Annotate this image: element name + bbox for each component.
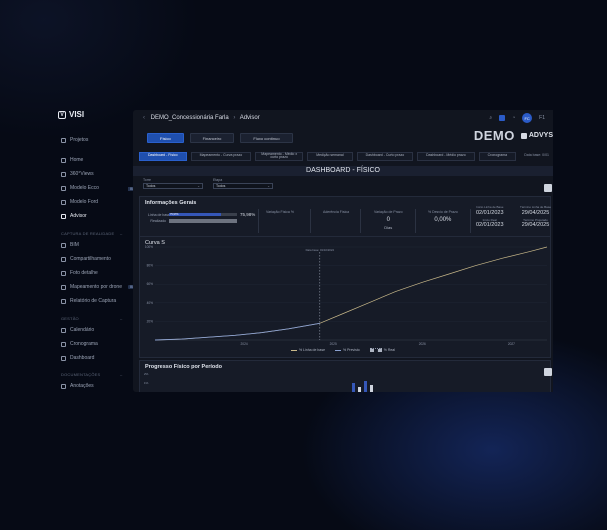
sidebar: V VISI Projetos Home 360°Views Modelo Ec… xyxy=(55,110,141,400)
sidebar-item-mapeamento-drone[interactable]: Mapeamento por drone BETA xyxy=(61,284,141,290)
cube-icon xyxy=(61,242,66,248)
sidebar-item-foto-detalhe[interactable]: Foto detalhe xyxy=(61,270,98,276)
sidebar-item-cronograma[interactable]: Cronograma xyxy=(61,341,98,347)
report-icon xyxy=(61,298,66,304)
legend-swatch xyxy=(369,348,382,352)
section-gestao: GESTÃO xyxy=(61,316,79,321)
progress-period-bar xyxy=(358,387,361,392)
grid-icon xyxy=(61,137,66,143)
x-tick-label: 2027 xyxy=(508,342,515,346)
x-tick-label: 2024 xyxy=(241,342,248,346)
chart-legend: % Linha de base % Previsto % Real xyxy=(133,348,553,352)
series-line xyxy=(154,246,548,341)
sidebar-item-advisor[interactable]: Advisor xyxy=(61,213,87,219)
chevron-down-icon[interactable]: – xyxy=(120,231,122,236)
drone-icon xyxy=(61,284,66,290)
export-icon[interactable] xyxy=(544,368,552,376)
dashboard-icon xyxy=(61,355,66,361)
sidebar-item-360views[interactable]: 360°Views xyxy=(61,171,94,177)
chevron-down-icon[interactable]: – xyxy=(120,316,122,321)
sidebar-item-calendario[interactable]: Calendário xyxy=(61,327,94,333)
progress-card: Progresso Físico por Período 2% 1% xyxy=(139,360,551,392)
calendar-icon xyxy=(61,327,66,333)
x-tick-label: 2025 xyxy=(330,342,337,346)
legend-swatch xyxy=(335,349,342,351)
app-logo[interactable]: V VISI xyxy=(58,110,84,119)
progress-title: Progresso Físico por Período xyxy=(145,364,223,370)
legend-item[interactable]: % Real xyxy=(369,348,395,352)
visi-logo-icon: V xyxy=(58,110,66,119)
note-icon xyxy=(61,383,66,389)
y-tick-label: 20% xyxy=(147,319,154,323)
sidebar-item-bim[interactable]: BIM xyxy=(61,242,79,248)
sidebar-item-dashboard[interactable]: Dashboard xyxy=(61,355,94,361)
chevron-down-icon[interactable]: – xyxy=(120,372,122,377)
sidebar-item-anotacoes[interactable]: Anotações xyxy=(61,383,94,389)
x-tick-label: 2026 xyxy=(419,342,426,346)
progress-ytick: 2% xyxy=(144,372,149,376)
image-icon xyxy=(61,270,66,276)
cube-icon xyxy=(61,171,66,177)
today-marker-label: Data base: 01/10/2024 xyxy=(306,248,335,252)
legend-item[interactable]: % Previsto xyxy=(335,348,360,352)
legend-swatch xyxy=(290,349,297,351)
progress-period-bar xyxy=(352,383,355,392)
s-curve-chart: 100% 80% 60% 40% 20% 2024 2025 2026 2027 Data bas… xyxy=(145,245,548,346)
progress-ytick: 1% xyxy=(144,381,149,385)
sidebar-item-compartilhamento[interactable]: Compartilhamento xyxy=(61,256,111,262)
y-tick-label: 100% xyxy=(145,245,153,249)
sidebar-item-home[interactable]: Home xyxy=(61,157,83,163)
legend-item[interactable]: % Linha de base xyxy=(290,348,325,352)
chart-icon xyxy=(61,213,66,219)
app-window: ‹ DEMO_Concessionária Farla › Advisor ⌕ … xyxy=(133,110,553,392)
layers-icon xyxy=(61,199,66,205)
export-icon[interactable] xyxy=(544,184,552,192)
home-icon xyxy=(61,157,66,163)
timeline-icon xyxy=(61,341,66,347)
layers-icon xyxy=(61,185,66,191)
sidebar-item-projetos[interactable]: Projetos xyxy=(61,137,88,143)
progress-period-bar xyxy=(370,385,373,392)
section-captura: CAPTURA DE REALIDADE xyxy=(61,231,115,236)
y-tick-label: 80% xyxy=(147,264,154,268)
sidebar-item-modelo-ford[interactable]: Modelo Ford xyxy=(61,199,98,205)
y-tick-label: 60% xyxy=(147,282,154,286)
progress-period-bar xyxy=(364,381,367,392)
logo-text: VISI xyxy=(69,110,85,119)
series-line xyxy=(154,322,320,341)
section-documentacoes: DOCUMENTAÇÕES xyxy=(61,372,101,377)
sidebar-item-modelo-ecco[interactable]: Modelo Ecco xyxy=(61,185,99,191)
y-tick-label: 40% xyxy=(147,301,154,305)
sidebar-item-relatorio-captura[interactable]: Relatório de Captura xyxy=(61,298,116,304)
share-icon xyxy=(61,256,66,262)
